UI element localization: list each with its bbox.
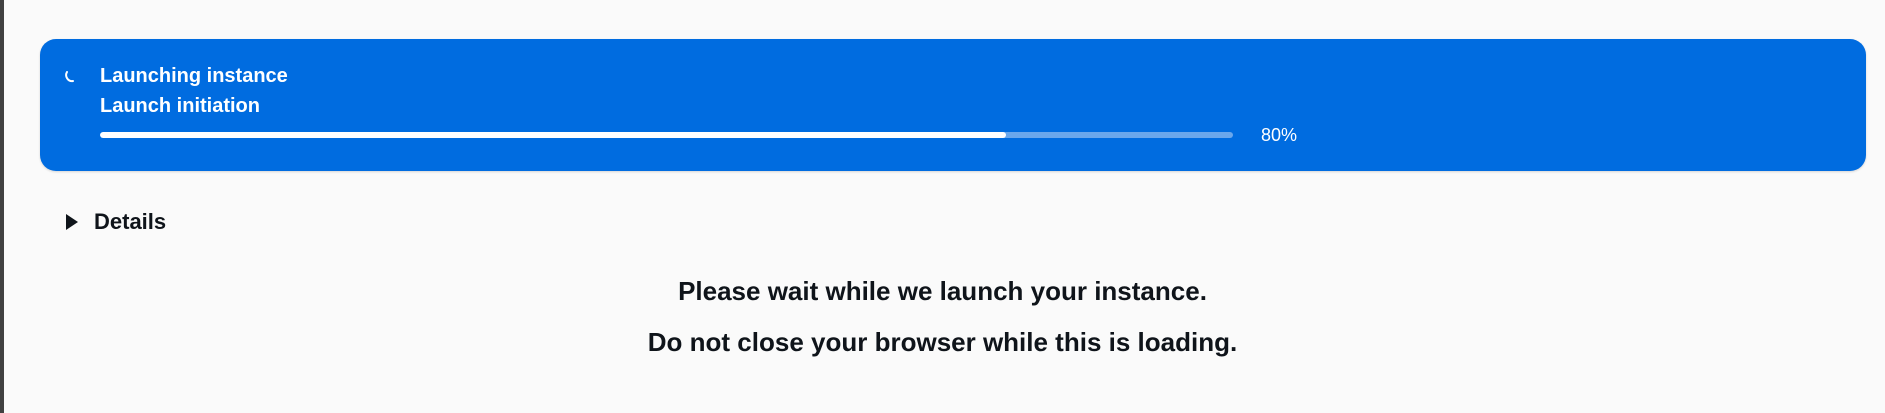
flash-header: Launching instance — [100, 65, 288, 87]
details-expander[interactable]: Details — [64, 208, 166, 236]
loading-spinner-icon — [65, 71, 74, 83]
progress-bar — [100, 132, 1233, 138]
details-label: Details — [94, 209, 167, 234]
wait-message: Please wait while we launch your instanc… — [678, 276, 1207, 306]
launch-status-flashbar: Launching instance Launch initiation 80% — [40, 39, 1866, 171]
browser-warning-message: Do not close your browser while this is … — [647, 327, 1238, 357]
progress-bar-fill — [100, 132, 1007, 138]
flash-subheader: Launch initiation — [100, 95, 260, 117]
caret-right-icon — [66, 214, 78, 230]
progress-percentage: 80% — [1261, 125, 1298, 145]
